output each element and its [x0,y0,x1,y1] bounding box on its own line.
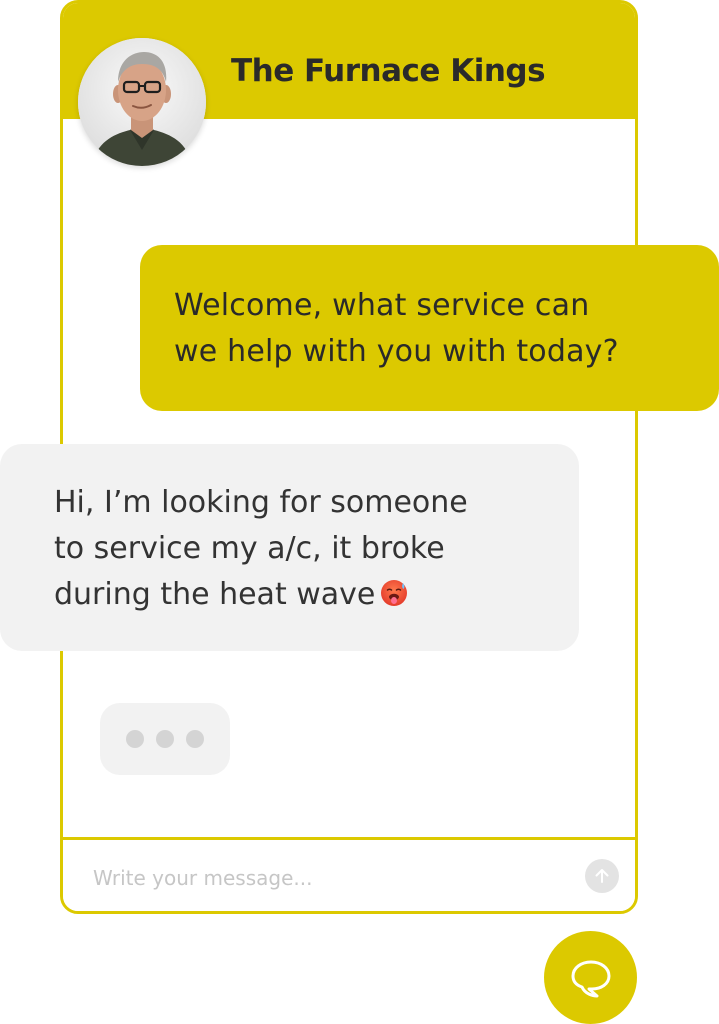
user-message-bubble: Hi, I’m looking for someone to service m… [0,444,579,651]
arrow-up-icon [595,869,609,883]
typing-dot [156,730,174,748]
user-message-line: during the heat wave [54,577,376,612]
agent-message-line: we help with you with today? [174,334,619,369]
user-message-line: Hi, I’m looking for someone [54,485,468,520]
agent-message-bubble: Welcome, what service can we help with y… [140,245,719,411]
chat-launcher-button[interactable] [544,931,637,1024]
message-composer [63,837,635,911]
hot-face-emoji-icon [379,576,409,606]
typing-indicator [100,703,230,775]
typing-dot [126,730,144,748]
message-input[interactable] [93,864,563,892]
send-button[interactable] [585,859,619,893]
agent-avatar [78,38,206,166]
agent-message-line: Welcome, what service can [174,288,590,323]
chat-title: The Furnace Kings [231,53,546,89]
user-message-line: to service my a/c, it broke [54,531,445,566]
person-icon [78,38,206,166]
typing-dot [186,730,204,748]
speech-bubble-icon [571,960,610,997]
